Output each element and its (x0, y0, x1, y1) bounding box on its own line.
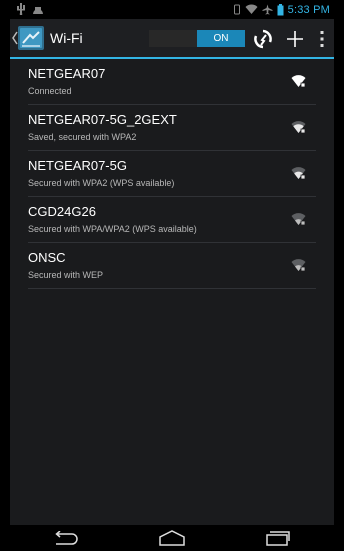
toggle-off-segment (149, 30, 197, 47)
network-status: Secured with WEP (28, 270, 104, 280)
screen: 5:33 PM Wi-Fi ON NETGEAR07 Connected NET… (10, 0, 334, 551)
airplane-mode-icon (262, 4, 273, 15)
overflow-menu-icon (320, 31, 324, 47)
network-list: NETGEAR07 Connected NETGEAR07-5G_2GEXT S… (10, 59, 334, 289)
network-row[interactable]: ONSC Secured with WEP (28, 243, 316, 289)
network-name: ONSC (28, 250, 66, 265)
wifi-signal-secured-icon (291, 167, 306, 180)
wifi-signal-full-icon (291, 75, 306, 88)
network-row[interactable]: NETGEAR07-5G Secured with WPA2 (WPS avai… (28, 151, 316, 197)
status-right-icons: 5:33 PM (233, 0, 330, 19)
status-bar: 5:33 PM (10, 0, 334, 19)
page-title: Wi-Fi (50, 30, 83, 46)
network-status: Secured with WPA2 (WPS available) (28, 178, 175, 188)
home-button[interactable] (142, 525, 202, 551)
wps-push-button[interactable] (250, 28, 276, 50)
wps-push-icon (254, 29, 272, 49)
network-name: NETGEAR07-5G_2GEXT (28, 112, 177, 127)
network-status: Secured with WPA/WPA2 (WPS available) (28, 224, 197, 234)
network-name: NETGEAR07 (28, 66, 106, 81)
network-row[interactable]: NETGEAR07-5G_2GEXT Saved, secured with W… (28, 105, 316, 151)
vibrate-icon (233, 4, 240, 15)
wifi-signal-weak-icon (291, 259, 306, 272)
wifi-signal-secured-icon (291, 121, 306, 134)
network-name: CGD24G26 (28, 204, 96, 219)
wifi-settings-icon[interactable] (18, 26, 44, 50)
network-name: NETGEAR07-5G (28, 158, 127, 173)
add-network-button[interactable] (282, 28, 308, 50)
home-icon (159, 530, 185, 546)
back-icon (55, 531, 78, 545)
wifi-signal-icon (245, 4, 258, 14)
status-time: 5:33 PM (287, 3, 330, 16)
usb-icon (17, 3, 25, 15)
action-bar: Wi-Fi ON (10, 19, 334, 59)
overflow-menu-button[interactable] (314, 28, 330, 50)
network-row[interactable]: NETGEAR07 Connected (28, 59, 316, 105)
network-status: Saved, secured with WPA2 (28, 132, 137, 142)
add-network-icon (287, 31, 303, 47)
wifi-toggle[interactable]: ON (149, 30, 245, 47)
recent-apps-icon (266, 531, 290, 546)
back-button[interactable] (35, 525, 95, 551)
network-status: Connected (28, 86, 72, 96)
wifi-signal-weak-icon (291, 213, 306, 226)
navigation-bar (10, 525, 334, 551)
toggle-on-segment: ON (197, 30, 245, 47)
android-debug-icon (33, 7, 43, 14)
recent-apps-button[interactable] (248, 525, 308, 551)
network-row[interactable]: CGD24G26 Secured with WPA/WPA2 (WPS avai… (28, 197, 316, 243)
battery-icon (277, 3, 284, 15)
